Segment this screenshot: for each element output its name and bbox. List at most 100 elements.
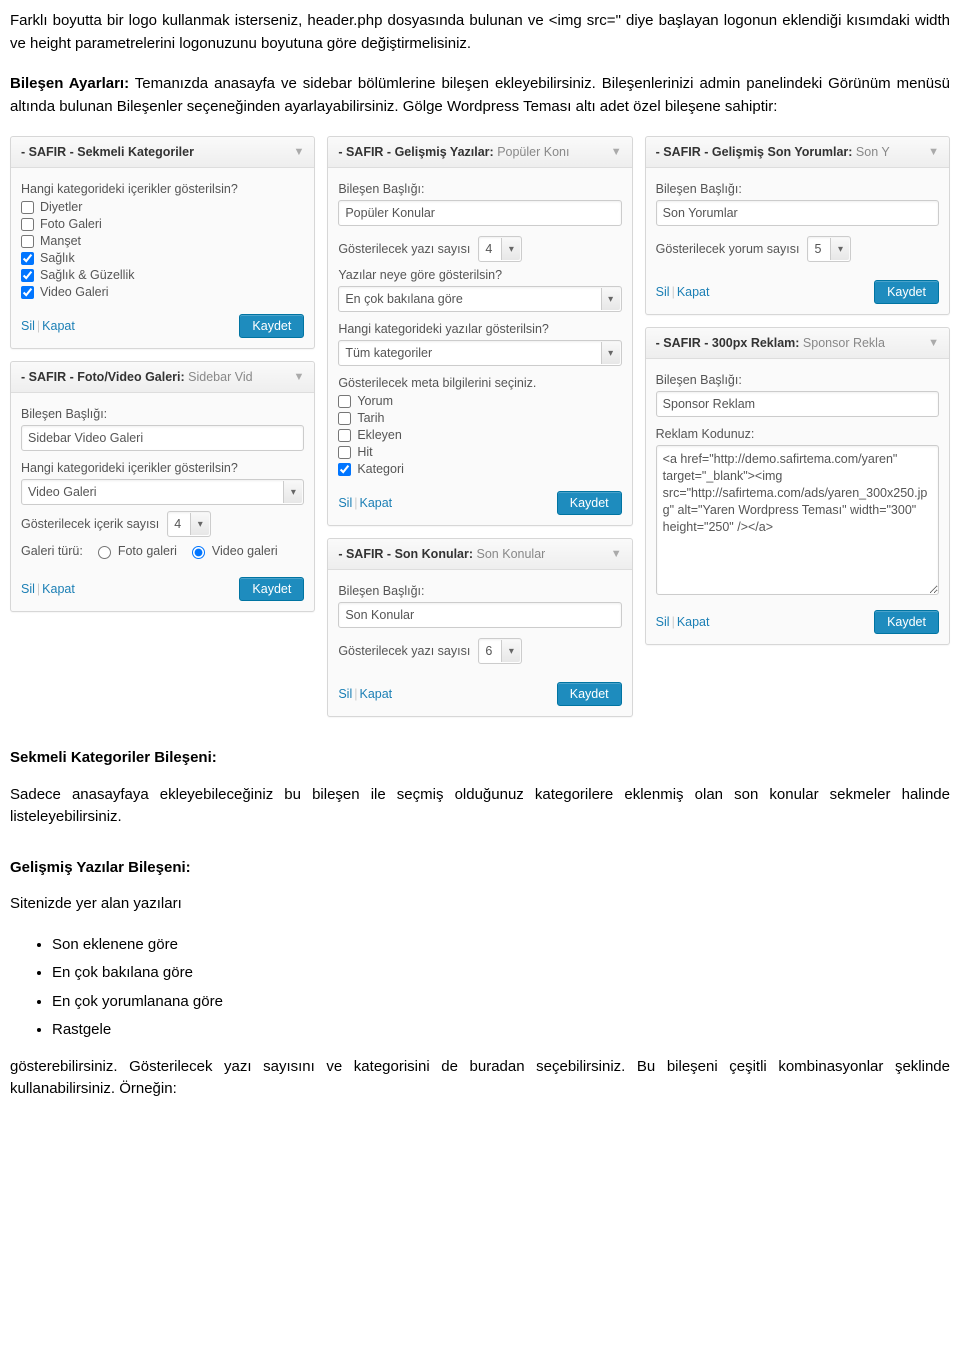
- check-row[interactable]: Sağlık: [21, 251, 304, 265]
- widget-gallery: - SAFIR - Foto/Video Galeri: Sidebar Vid…: [10, 361, 315, 612]
- close-link[interactable]: Kapat: [359, 687, 392, 701]
- check-row[interactable]: Ekleyen: [338, 428, 621, 442]
- radio-foto[interactable]: [98, 546, 111, 559]
- post-count-select[interactable]: [478, 236, 522, 262]
- widget-title-pre: - SAFIR - Gelişmiş Son Yorumlar:: [656, 145, 853, 159]
- label-component-title: Bileşen Başlığı:: [656, 182, 939, 196]
- check-row[interactable]: Manşet: [21, 234, 304, 248]
- check-row[interactable]: Foto Galeri: [21, 217, 304, 231]
- radio-video-label: Video galeri: [212, 544, 278, 558]
- save-button[interactable]: Kaydet: [557, 682, 622, 706]
- delete-link[interactable]: Sil: [338, 687, 352, 701]
- widget-head[interactable]: - SAFIR - Gelişmiş Son Yorumlar: Son Y ▼: [646, 137, 949, 168]
- category-select[interactable]: [21, 479, 304, 505]
- chevron-down-icon: ▼: [611, 146, 622, 158]
- comment-count-select[interactable]: [807, 236, 851, 262]
- save-button[interactable]: Kaydet: [874, 610, 939, 634]
- delete-link[interactable]: Sil: [656, 615, 670, 629]
- link-group: Sil|Kapat: [21, 319, 75, 333]
- list-item: Rastgele: [52, 1019, 950, 1042]
- delete-link[interactable]: Sil: [338, 496, 352, 510]
- widget-title-pre: - SAFIR - 300px Reklam:: [656, 336, 800, 350]
- component-title-input[interactable]: [656, 200, 939, 226]
- close-link[interactable]: Kapat: [677, 615, 710, 629]
- intro-p2-label: Bileşen Ayarları:: [10, 75, 129, 92]
- checkbox[interactable]: [21, 252, 34, 265]
- component-title-input[interactable]: [338, 602, 621, 628]
- checkbox[interactable]: [338, 395, 351, 408]
- widget-head[interactable]: - SAFIR - 300px Reklam: Sponsor Rekla ▼: [646, 328, 949, 359]
- after-block: Sekmeli Kategoriler Bileşeni: Sadece ana…: [10, 747, 950, 1101]
- chevron-down-icon: ▼: [293, 146, 304, 158]
- list-item: En çok yorumlanana göre: [52, 991, 950, 1014]
- component-title-input[interactable]: [338, 200, 621, 226]
- close-link[interactable]: Kapat: [359, 496, 392, 510]
- check-row[interactable]: Sağlık & Güzellik: [21, 268, 304, 282]
- label-ad-code: Reklam Kodunuz:: [656, 427, 939, 441]
- check-row[interactable]: Diyetler: [21, 200, 304, 214]
- widget-tabcats: - SAFIR - Sekmeli Kategoriler ▼ Hangi ka…: [10, 136, 315, 349]
- order-select[interactable]: [338, 286, 621, 312]
- content-count-select[interactable]: [167, 511, 211, 537]
- check-row[interactable]: Yorum: [338, 394, 621, 408]
- component-title-input[interactable]: [21, 425, 304, 451]
- check-label: Sağlık: [40, 251, 75, 265]
- widget-title-pre: - SAFIR - Gelişmiş Yazılar:: [338, 145, 493, 159]
- widget-head[interactable]: - SAFIR - Son Konular: Son Konular ▼: [328, 539, 631, 570]
- checkbox[interactable]: [338, 429, 351, 442]
- check-label: Ekleyen: [357, 428, 401, 442]
- label-component-title: Bileşen Başlığı:: [656, 373, 939, 387]
- close-link[interactable]: Kapat: [677, 285, 710, 299]
- widget-title-suf: Sidebar Vid: [185, 370, 253, 384]
- checkbox[interactable]: [21, 269, 34, 282]
- column-3: - SAFIR - Gelişmiş Son Yorumlar: Son Y ▼…: [645, 136, 950, 645]
- save-button[interactable]: Kaydet: [557, 491, 622, 515]
- check-row[interactable]: Hit: [338, 445, 621, 459]
- save-button[interactable]: Kaydet: [239, 314, 304, 338]
- widget-head[interactable]: - SAFIR - Sekmeli Kategoriler ▼: [11, 137, 314, 168]
- checkbox[interactable]: [21, 286, 34, 299]
- check-label: Diyetler: [40, 200, 82, 214]
- meta-checklist: Yorum Tarih Ekleyen Hit Kategori: [338, 394, 621, 476]
- widget-head[interactable]: - SAFIR - Gelişmiş Yazılar: Popüler Konı…: [328, 137, 631, 168]
- label-meta-select: Gösterilecek meta bilgilerini seçiniz.: [338, 376, 621, 390]
- widgets-grid: - SAFIR - Sekmeli Kategoriler ▼ Hangi ka…: [10, 136, 950, 717]
- widget-head[interactable]: - SAFIR - Foto/Video Galeri: Sidebar Vid…: [11, 362, 314, 393]
- post-count-select[interactable]: [478, 638, 522, 664]
- radio-video[interactable]: [192, 546, 205, 559]
- delete-link[interactable]: Sil: [21, 582, 35, 596]
- checkbox[interactable]: [21, 218, 34, 231]
- save-button[interactable]: Kaydet: [239, 577, 304, 601]
- ad-code-textarea[interactable]: [656, 445, 939, 595]
- chevron-down-icon: ▼: [611, 548, 622, 560]
- checkbox[interactable]: [338, 463, 351, 476]
- widget-title-suf: Son Y: [852, 145, 889, 159]
- widget-title-suf: Sponsor Rekla: [799, 336, 884, 350]
- check-row[interactable]: Video Galeri: [21, 285, 304, 299]
- checkbox[interactable]: [21, 235, 34, 248]
- check-row[interactable]: Kategori: [338, 462, 621, 476]
- close-link[interactable]: Kapat: [42, 582, 75, 596]
- checkbox[interactable]: [338, 412, 351, 425]
- radio-foto-label: Foto galeri: [118, 544, 177, 558]
- delete-link[interactable]: Sil: [656, 285, 670, 299]
- checkbox[interactable]: [21, 201, 34, 214]
- category-select[interactable]: [338, 340, 621, 366]
- close-link[interactable]: Kapat: [42, 319, 75, 333]
- heading-advposts: Gelişmiş Yazılar Bileşeni:: [10, 857, 950, 880]
- check-row[interactable]: Tarih: [338, 411, 621, 425]
- widget-title-pre: - SAFIR - Son Konular:: [338, 547, 473, 561]
- component-title-input[interactable]: [656, 391, 939, 417]
- checkbox[interactable]: [338, 446, 351, 459]
- widget-title: - SAFIR - Sekmeli Kategoriler: [21, 145, 194, 159]
- widget-lastposts: - SAFIR - Son Konular: Son Konular ▼ Bil…: [327, 538, 632, 717]
- label-content-count: Gösterilecek içerik sayısı: [21, 517, 159, 531]
- list-item: Son eklenene göre: [52, 934, 950, 957]
- check-label: Manşet: [40, 234, 81, 248]
- label-post-cat: Hangi kategorideki yazılar gösterilsin?: [338, 322, 621, 336]
- label-post-count: Gösterilecek yazı sayısı: [338, 242, 470, 256]
- check-label: Hit: [357, 445, 372, 459]
- delete-link[interactable]: Sil: [21, 319, 35, 333]
- label-cat-question: Hangi kategorideki içerikler gösterilsin…: [21, 182, 304, 196]
- save-button[interactable]: Kaydet: [874, 280, 939, 304]
